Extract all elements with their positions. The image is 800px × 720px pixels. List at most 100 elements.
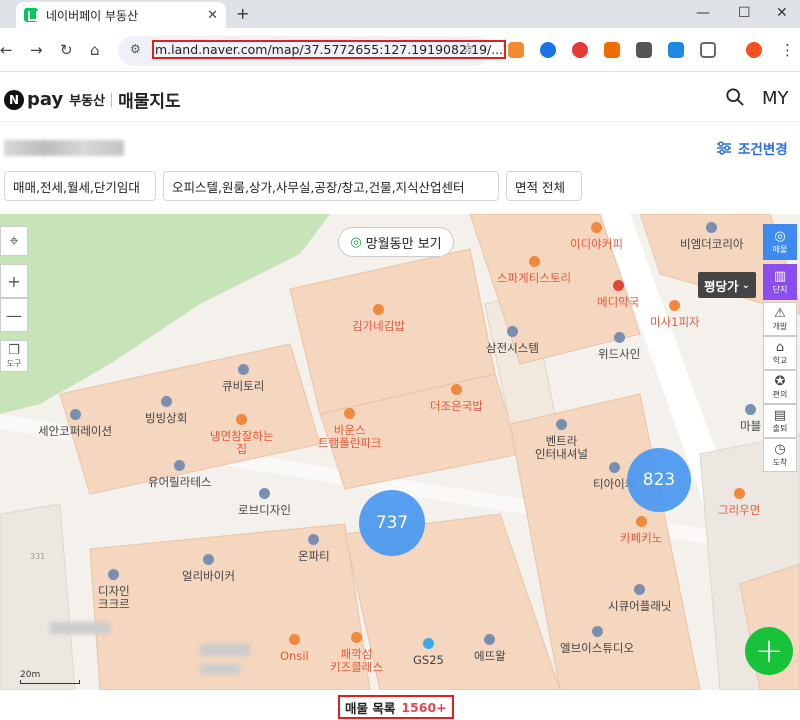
reload-icon[interactable]: ↻ (60, 41, 73, 59)
zoom-out-button[interactable]: — (0, 298, 28, 332)
profile-avatar[interactable] (746, 42, 762, 58)
poi-label[interactable]: 바운스 트램폴린파크 (318, 408, 381, 450)
address-bar[interactable]: ⚙ m.land.naver.com/map/37.5772655:127.19… (118, 36, 507, 66)
tab-title: 네이버페이 부동산 (46, 8, 139, 23)
filter-property-type[interactable]: 오피스텔,원룸,상가,사무실,공장/창고,건물,지식산업센터 (163, 171, 499, 201)
cafe-pin-icon (635, 516, 647, 527)
building-pin-icon (608, 462, 620, 473)
poi-label[interactable]: 유어릴라테스 (148, 460, 211, 489)
poi-label[interactable]: 카페키노 (620, 516, 662, 545)
poi-label[interactable]: 메디약국 (597, 280, 639, 309)
poi-label[interactable]: 로브디자인 (238, 488, 291, 517)
poi-label[interactable]: 시큐어플래닛 (608, 584, 671, 613)
home-icon[interactable]: ⌂ (90, 41, 100, 59)
poi-label[interactable]: 큐비토리 (222, 364, 264, 393)
browser-tab[interactable]: 네이버페이 부동산 ✕ (16, 2, 226, 28)
current-location-button[interactable]: ⌖ (0, 226, 28, 256)
rail-amenities[interactable]: ✪ 편의 (763, 370, 797, 404)
bookmark-star-icon[interactable]: ☆ (462, 41, 475, 57)
url-value: m.land.naver.com/map/37.5772655:127.1919… (152, 40, 507, 59)
poi-label[interactable]: 마블 (740, 404, 761, 433)
back-icon[interactable]: ← (0, 41, 13, 59)
listing-cluster[interactable]: 823 (627, 448, 691, 512)
blurred-label (200, 664, 240, 674)
cafe-pin-icon (344, 408, 356, 419)
clock-icon: ◷ (774, 442, 786, 457)
poi-label[interactable]: 비엠더코리아 (680, 222, 743, 251)
rail-listings[interactable]: ◎ 매물 (763, 224, 797, 260)
food-pin-icon (288, 634, 300, 645)
npay-logo-icon: N (4, 89, 24, 110)
new-tab-icon[interactable]: + (236, 4, 249, 23)
map-canvas[interactable]: ◎ 망월동만 보기 ⌖ + — ❐ 도구 이디야커피 비엠더코리아 스파게티스토… (0, 214, 800, 690)
poi-label[interactable]: 삼전시스템 (486, 326, 539, 355)
poi-label[interactable]: 세안코퍼레이션 (38, 409, 112, 438)
food-pin-icon (450, 384, 462, 395)
extension-4-icon[interactable] (604, 42, 620, 58)
building-pin-icon (174, 460, 186, 471)
extension-2-icon[interactable] (540, 42, 556, 58)
poi-label[interactable]: 냉면참잘하는 집 (210, 414, 273, 456)
extension-5-icon[interactable] (636, 42, 652, 58)
maximize-icon[interactable]: ☐ (738, 5, 751, 21)
rail-complex[interactable]: ▥ 단지 (763, 264, 797, 300)
listing-list-button[interactable]: 매물 목록 1560+ (338, 695, 454, 719)
price-per-pyeong-dropdown[interactable]: 평당가 ⌄ (698, 272, 756, 298)
rail-development[interactable]: ⚠ 개발 (763, 302, 797, 336)
minus-icon: — (6, 305, 22, 325)
browser-tab-strip: 네이버페이 부동산 ✕ + — ☐ ✕ (0, 0, 800, 28)
poi-label[interactable]: 그리우면 (718, 488, 760, 517)
blurred-label (50, 622, 110, 634)
minimize-icon[interactable]: — (696, 5, 710, 21)
search-icon[interactable] (726, 88, 744, 106)
poi-label[interactable]: 더조은국밥 (430, 384, 483, 413)
extension-6-icon[interactable] (668, 42, 684, 58)
poi-label[interactable]: 벤트라 인터내셔널 (535, 419, 588, 461)
building-pin-icon (634, 584, 646, 595)
tab-close-icon[interactable]: ✕ (207, 8, 218, 23)
listing-count: 1560+ (401, 699, 447, 715)
poi-label[interactable]: 스파게티스토리 (497, 256, 571, 285)
poi-label[interactable]: Onsil (280, 634, 309, 663)
building-pin-icon (258, 488, 270, 499)
window-close-icon[interactable]: ✕ (776, 5, 788, 21)
url-text: m.land.naver.com/map/37.5772655:127.1919… (152, 40, 507, 59)
extension-1-icon[interactable] (508, 42, 524, 58)
poi-label[interactable]: 미사1피자 (650, 300, 700, 329)
poi-label[interactable]: 엘브이스튜디오 (560, 626, 634, 655)
poi-label[interactable]: 얼리바이커 (182, 554, 235, 583)
zoom-in-button[interactable]: + (0, 264, 28, 298)
browser-menu-icon[interactable]: ⋮ (780, 41, 795, 59)
brand-logo[interactable]: N pay 부동산 매물지도 (4, 87, 181, 112)
poi-label[interactable]: 위드사인 (598, 332, 640, 361)
scale-bar (20, 680, 80, 684)
poi-label[interactable]: 온파티 (298, 534, 330, 563)
poi-label[interactable]: 빙빙상회 (145, 396, 187, 425)
poi-label[interactable]: 패깍섬 키즈클래스 (330, 632, 383, 674)
rail-school[interactable]: ⌂ 학교 (763, 336, 797, 370)
building-icon: ▤ (773, 408, 787, 423)
site-info-icon[interactable]: ⚙ (130, 42, 141, 56)
filter-deal-type[interactable]: 매매,전세,월세,단기임대 (4, 171, 156, 201)
extension-3-icon[interactable] (572, 42, 588, 58)
extensions-puzzle-icon[interactable] (700, 42, 716, 58)
view-only-mangwol-button[interactable]: ◎ 망월동만 보기 (338, 227, 454, 257)
add-listing-button[interactable]: + (745, 627, 793, 675)
building-pin-icon (237, 364, 249, 375)
rail-commute[interactable]: ▤ 출퇴 (763, 404, 797, 438)
map-background (0, 214, 800, 690)
poi-label[interactable]: GS25 (413, 638, 444, 667)
forward-icon[interactable]: → (30, 41, 43, 59)
filter-sliders-icon (717, 141, 731, 155)
change-condition-button[interactable]: 조건변경 (716, 138, 788, 158)
poi-label[interactable]: 디자인 크크르 (98, 569, 130, 611)
poi-label[interactable]: 김가네김밥 (352, 304, 405, 333)
my-button[interactable]: MY (762, 88, 789, 109)
poi-label[interactable]: 이디야커피 (570, 222, 623, 251)
rail-arrival[interactable]: ◷ 도착 (763, 438, 797, 472)
filter-area[interactable]: 면적 전체 (506, 171, 582, 201)
tools-button[interactable]: ❐ 도구 (0, 340, 28, 372)
listing-cluster[interactable]: 737 (359, 490, 425, 556)
view-only-label: 망월동만 보기 (365, 236, 442, 252)
poi-label[interactable]: 에뜨왈 (474, 634, 506, 663)
